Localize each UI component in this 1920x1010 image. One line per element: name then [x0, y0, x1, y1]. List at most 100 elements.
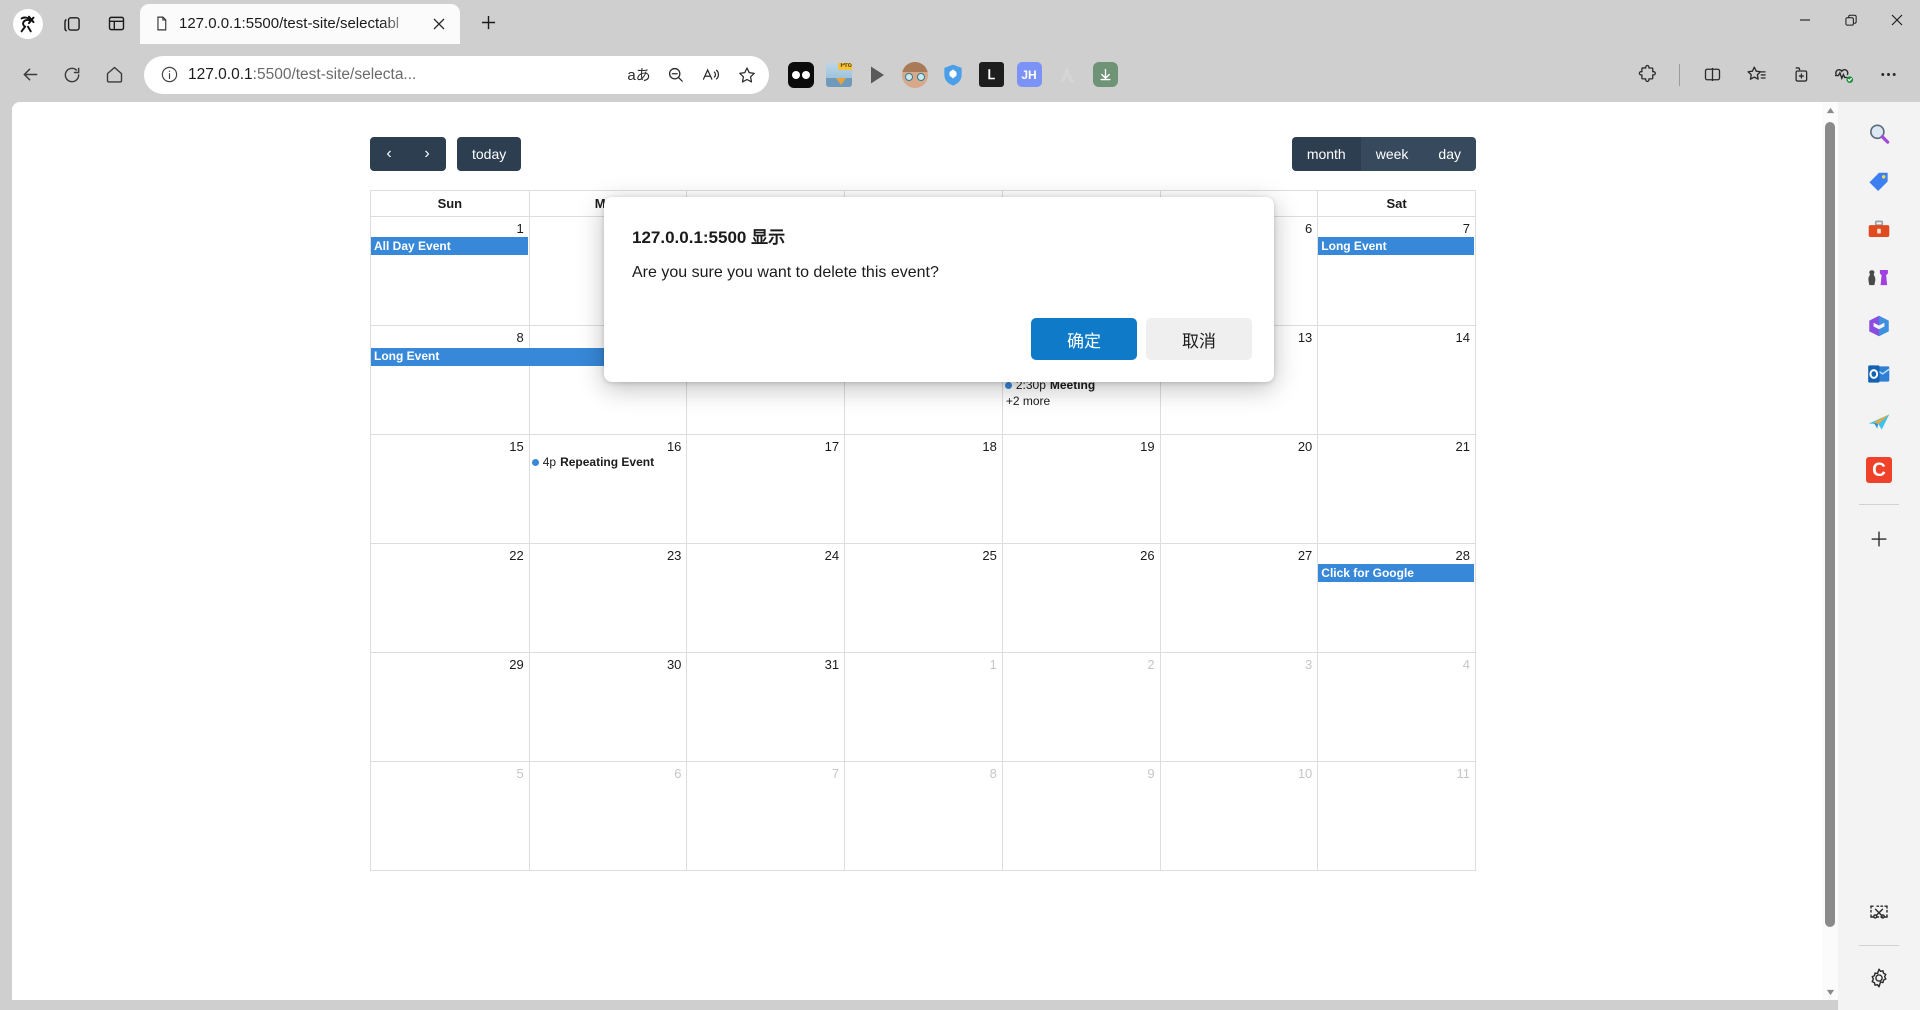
- prev-month-button[interactable]: ‹: [370, 137, 408, 171]
- browser-essentials-icon[interactable]: [1824, 56, 1864, 94]
- extensions-puzzle-icon[interactable]: [1627, 56, 1667, 94]
- day-number: 6: [674, 766, 682, 781]
- calendar-more-link[interactable]: +2 more: [1003, 393, 1160, 409]
- calendar-day-cell[interactable]: 30: [528, 653, 687, 761]
- confirm-dialog: 127.0.0.1:5500 显示 Are you sure you want …: [604, 197, 1274, 382]
- read-aloud-icon[interactable]: [695, 59, 727, 91]
- calendar-day-cell[interactable]: 16 4p Repeating Event: [528, 435, 687, 543]
- calendar-day-cell[interactable]: 28 Click for Google: [1317, 544, 1475, 652]
- calendar-day-cell[interactable]: 17: [686, 435, 844, 543]
- letter-l-extension-icon[interactable]: Ⅼ: [977, 61, 1005, 89]
- calendar-day-cell[interactable]: 9: [1001, 762, 1160, 870]
- page-scrollbar[interactable]: [1822, 102, 1838, 1000]
- download-extension-icon[interactable]: [1091, 61, 1119, 89]
- calendar-day-cell[interactable]: 7: [686, 762, 844, 870]
- calendar-day-cell[interactable]: 23: [528, 544, 687, 652]
- favorites-icon[interactable]: [1736, 56, 1776, 94]
- avatar-extension-icon[interactable]: [901, 61, 929, 89]
- day-number: 30: [666, 657, 682, 672]
- calendar-event-bar[interactable]: Long Event: [1318, 237, 1474, 255]
- calendar-day-cell[interactable]: 1 All Day Event: [371, 217, 529, 325]
- calendar-day-cell[interactable]: 5: [371, 762, 529, 870]
- calendar-day-cell[interactable]: 18: [844, 435, 1002, 543]
- calendar-day-cell[interactable]: 19: [1001, 435, 1160, 543]
- favorite-star-icon[interactable]: [731, 59, 763, 91]
- microsoft-365-icon[interactable]: [1857, 304, 1901, 348]
- calendar-day-cell[interactable]: 6: [528, 762, 687, 870]
- calendar-day-cell[interactable]: 25: [844, 544, 1002, 652]
- split-screen-icon[interactable]: [1692, 56, 1732, 94]
- address-bar[interactable]: 127.0.0.1:5500/test-site/selecta... aあ: [144, 55, 769, 94]
- today-button[interactable]: today: [457, 137, 522, 171]
- calendar-day-cell[interactable]: 26: [1001, 544, 1160, 652]
- zoom-out-icon[interactable]: [659, 59, 691, 91]
- shopping-tag-icon[interactable]: [1857, 160, 1901, 204]
- outlook-icon[interactable]: [1857, 352, 1901, 396]
- scrollbar-thumb[interactable]: [1825, 122, 1835, 927]
- calendar-day-cell[interactable]: 14: [1317, 326, 1475, 434]
- play-extension-icon[interactable]: [863, 61, 891, 89]
- calendar-day-cell[interactable]: 3: [1159, 653, 1318, 761]
- view-day-button[interactable]: day: [1423, 137, 1476, 171]
- calendar-day-cell[interactable]: 7 Long Event: [1317, 217, 1475, 325]
- calendar-week-row: 15 16 4p Repeating Event 17 18 19 20 21: [371, 434, 1475, 543]
- telegram-icon[interactable]: [1857, 400, 1901, 444]
- edge-copilot-logo-icon[interactable]: [8, 4, 48, 44]
- title-bar: 127.0.0.1:5500/test-site/selectabl: [0, 0, 1920, 47]
- image-downloader-pro-icon[interactable]: Pro: [825, 61, 853, 89]
- tab-close-icon[interactable]: [426, 11, 452, 37]
- close-button[interactable]: [1874, 0, 1920, 40]
- dialog-confirm-button[interactable]: 确定: [1031, 318, 1137, 360]
- restore-button[interactable]: [1828, 0, 1874, 40]
- next-month-button[interactable]: ›: [408, 137, 446, 171]
- two-dots-extension-icon[interactable]: [787, 61, 815, 89]
- home-button[interactable]: [94, 55, 134, 95]
- calendar-day-cell[interactable]: 31: [686, 653, 844, 761]
- scroll-down-arrow-icon[interactable]: [1822, 984, 1838, 1000]
- calendar-day-cell[interactable]: 15: [371, 435, 529, 543]
- site-info-icon[interactable]: [154, 60, 184, 90]
- back-button[interactable]: [10, 55, 50, 95]
- shield-extension-icon[interactable]: [939, 61, 967, 89]
- new-tab-button[interactable]: [470, 5, 506, 41]
- calendar-day-cell[interactable]: 29: [371, 653, 529, 761]
- calendar-day-cell[interactable]: 27: [1159, 544, 1318, 652]
- calendar-day-cell[interactable]: 4: [1317, 653, 1475, 761]
- tab-list-panel-icon[interactable]: [96, 4, 136, 44]
- calendar-day-cell[interactable]: 24: [686, 544, 844, 652]
- games-icon[interactable]: [1857, 256, 1901, 300]
- scroll-up-arrow-icon[interactable]: [1822, 102, 1838, 118]
- minimize-button[interactable]: [1782, 0, 1828, 40]
- refresh-button[interactable]: [52, 55, 92, 95]
- copilot-c-icon[interactable]: C: [1857, 448, 1901, 492]
- collections-icon[interactable]: [1780, 56, 1820, 94]
- a-logo-extension-icon[interactable]: [1053, 61, 1081, 89]
- browser-tab[interactable]: 127.0.0.1:5500/test-site/selectabl: [140, 3, 460, 44]
- calendar-day-cell[interactable]: 8: [844, 762, 1002, 870]
- workspaces-icon[interactable]: [52, 4, 92, 44]
- calendar-day-cell[interactable]: 21: [1317, 435, 1475, 543]
- translate-icon[interactable]: aあ: [623, 59, 655, 91]
- screenshot-snip-icon[interactable]: [1857, 891, 1901, 935]
- tools-icon[interactable]: [1857, 208, 1901, 252]
- settings-gear-icon[interactable]: [1857, 956, 1901, 1000]
- calendar-event-bar[interactable]: Click for Google: [1318, 564, 1474, 582]
- search-icon[interactable]: [1857, 112, 1901, 156]
- calendar-day-cell[interactable]: 8: [371, 326, 529, 434]
- dialog-cancel-button[interactable]: 取消: [1146, 318, 1252, 360]
- jh-extension-icon[interactable]: JH: [1015, 61, 1043, 89]
- calendar-day-cell[interactable]: 20: [1159, 435, 1318, 543]
- view-month-button[interactable]: month: [1291, 137, 1361, 171]
- browser-window: 127.0.0.1:5500/test-site/selectabl 127.0…: [0, 0, 1920, 1010]
- calendar-day-cell[interactable]: 22: [371, 544, 529, 652]
- settings-more-icon[interactable]: [1868, 56, 1908, 94]
- view-week-button[interactable]: week: [1360, 137, 1424, 171]
- calendar-event-timed[interactable]: 4pRepeating Event: [530, 454, 687, 470]
- calendar-day-cell[interactable]: 1: [844, 653, 1002, 761]
- add-sidebar-app-icon[interactable]: [1857, 517, 1901, 561]
- calendar-event-bar[interactable]: All Day Event: [371, 237, 528, 255]
- calendar-day-cell[interactable]: 2: [1001, 653, 1160, 761]
- toolbar-right-controls: [1627, 56, 1910, 94]
- calendar-day-cell[interactable]: 11: [1317, 762, 1475, 870]
- calendar-day-cell[interactable]: 10: [1159, 762, 1318, 870]
